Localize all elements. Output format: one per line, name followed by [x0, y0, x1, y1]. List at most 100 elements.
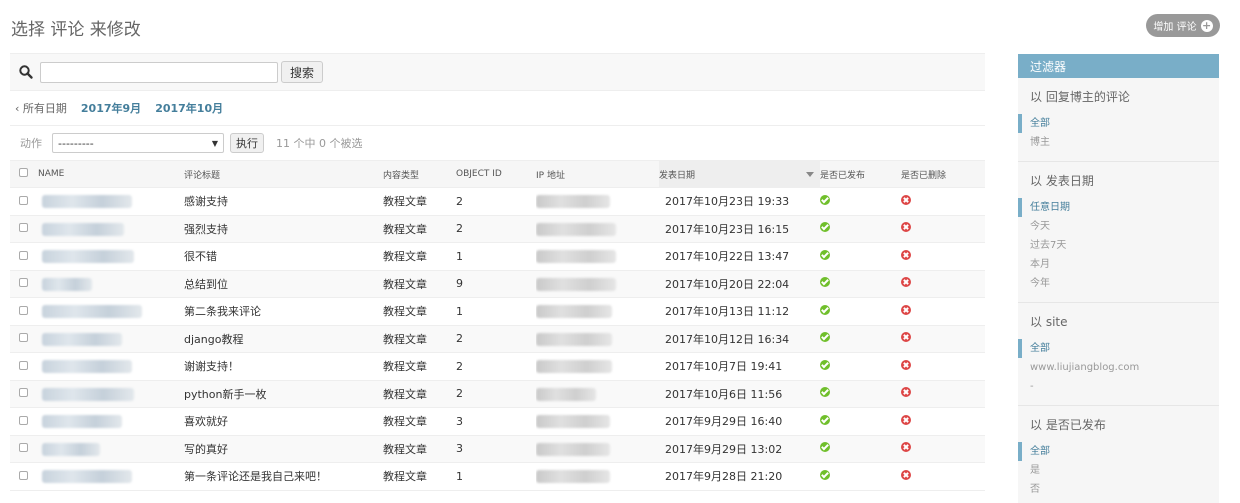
row-checkbox[interactable] — [19, 360, 28, 370]
select-all-checkbox[interactable] — [19, 168, 28, 177]
all-dates-link[interactable]: ‹ 所有日期 — [15, 100, 67, 116]
redacted-name — [42, 305, 142, 318]
deleted-cell — [901, 242, 985, 271]
date-cell: 2017年10月6日 11:56 — [659, 380, 820, 408]
column-header-deleted[interactable]: 是否已删除 — [901, 160, 985, 188]
column-header-content-type[interactable]: 内容类型 — [383, 160, 456, 188]
ip-cell — [536, 407, 659, 436]
yes-icon — [820, 194, 830, 205]
yes-icon — [820, 469, 830, 480]
row-checkbox[interactable] — [19, 470, 28, 480]
redacted-ip — [536, 195, 610, 208]
sort-descending-icon[interactable] — [806, 172, 814, 177]
ip-cell — [536, 297, 659, 326]
filter-option[interactable]: www.liujiangblog.com — [1018, 358, 1219, 377]
name-cell[interactable] — [38, 242, 184, 271]
filter-option[interactable]: 过去7天 — [1018, 236, 1219, 255]
redacted-name — [42, 387, 134, 401]
deleted-cell — [901, 215, 985, 243]
title-cell: 总结到位 — [184, 270, 383, 298]
deleted-cell — [901, 407, 985, 436]
name-cell[interactable] — [38, 270, 184, 298]
add-comment-button[interactable]: 增加 评论 + — [1146, 14, 1220, 37]
row-select-cell — [10, 352, 38, 381]
row-select-cell — [10, 462, 38, 491]
date-link-2017-9[interactable]: 2017年9月 — [81, 100, 141, 116]
filter-option[interactable]: 否 — [1018, 480, 1219, 499]
redacted-name — [42, 360, 132, 373]
content-type-cell: 教程文章 — [383, 270, 456, 298]
row-checkbox[interactable] — [19, 415, 28, 425]
column-header-published[interactable]: 是否已发布 — [820, 160, 901, 188]
published-cell — [820, 352, 901, 381]
filter-option[interactable]: 全部 — [1018, 114, 1219, 133]
date-cell: 2017年9月28日 21:20 — [659, 462, 820, 491]
plus-icon: + — [1200, 19, 1213, 32]
filter-option[interactable]: 是 — [1018, 461, 1219, 480]
filter-options: 全部 www.liujiangblog.com - — [1018, 339, 1219, 396]
add-comment-label: 增加 评论 — [1153, 22, 1197, 33]
redacted-ip — [536, 442, 610, 456]
filter-option[interactable]: 今年 — [1018, 274, 1219, 293]
column-header-ip[interactable]: IP 地址 — [536, 160, 659, 188]
filter-option[interactable]: 今天 — [1018, 217, 1219, 236]
date-hierarchy: ‹ 所有日期 2017年9月 2017年10月 — [10, 91, 985, 126]
column-header-date[interactable]: 发表日期 — [659, 160, 820, 188]
row-checkbox[interactable] — [19, 278, 28, 288]
name-cell[interactable] — [38, 187, 184, 216]
filter-option[interactable]: - — [1018, 377, 1219, 396]
column-header-object-id[interactable]: OBJECT ID — [456, 160, 536, 188]
no-icon — [901, 304, 911, 315]
search-input[interactable] — [40, 61, 278, 83]
row-checkbox[interactable] — [19, 388, 28, 398]
column-header-title[interactable]: 评论标题 — [184, 160, 383, 188]
published-cell — [820, 435, 901, 463]
row-select-cell — [10, 242, 38, 271]
redacted-ip — [536, 250, 616, 263]
date-cell: 2017年10月7日 19:41 — [659, 352, 820, 381]
date-link-2017-10[interactable]: 2017年10月 — [155, 100, 223, 116]
filter-option[interactable]: 博主 — [1018, 133, 1219, 152]
content-type-cell: 教程文章 — [383, 187, 456, 216]
column-header-name[interactable]: NAME — [38, 160, 184, 188]
row-checkbox[interactable] — [19, 305, 28, 315]
redacted-ip — [536, 305, 612, 318]
filter-option[interactable]: 全部 — [1018, 442, 1219, 461]
row-checkbox[interactable] — [19, 333, 28, 343]
filter-option[interactable]: 全部 — [1018, 339, 1219, 358]
filter-option[interactable]: 本月 — [1018, 255, 1219, 274]
row-checkbox[interactable] — [19, 195, 28, 205]
name-cell[interactable] — [38, 215, 184, 243]
row-checkbox[interactable] — [19, 443, 28, 453]
actions-label: 动作 — [20, 137, 42, 150]
redacted-name — [42, 415, 122, 428]
name-cell[interactable] — [38, 407, 184, 436]
filter-group: 以 是否已发布 全部是否 — [1018, 406, 1219, 503]
name-cell[interactable] — [38, 352, 184, 381]
action-select-value: --------- — [58, 136, 94, 150]
ip-cell — [536, 187, 659, 216]
name-cell[interactable] — [38, 435, 184, 463]
filter-option[interactable]: 任意日期 — [1018, 198, 1219, 217]
yes-icon — [820, 359, 830, 370]
name-cell[interactable] — [38, 462, 184, 491]
table-row: python新手一枚 教程文章 2 2017年10月6日 11:56 — [10, 380, 985, 408]
no-icon — [901, 387, 911, 398]
object-id-cell: 2 — [456, 215, 536, 243]
selection-count: 11 个中 0 个被选 — [276, 137, 363, 150]
action-select[interactable]: --------- ▼ — [52, 133, 224, 153]
title-cell: django教程 — [184, 325, 383, 353]
redacted-name — [42, 332, 122, 346]
search-button[interactable]: 搜索 — [281, 61, 324, 83]
object-id-cell: 1 — [456, 242, 536, 271]
no-icon — [901, 277, 911, 288]
run-action-button[interactable]: 执行 — [230, 133, 264, 153]
row-checkbox[interactable] — [19, 223, 28, 233]
name-cell[interactable] — [38, 380, 184, 408]
name-cell[interactable] — [38, 325, 184, 353]
name-cell[interactable] — [38, 297, 184, 326]
table-row: 感谢支持 教程文章 2 2017年10月23日 19:33 — [10, 187, 985, 216]
deleted-cell — [901, 325, 985, 353]
row-checkbox[interactable] — [19, 250, 28, 260]
filter-group: 以 发表日期 任意日期 今天 过去7天 本月 今年 — [1018, 162, 1219, 303]
